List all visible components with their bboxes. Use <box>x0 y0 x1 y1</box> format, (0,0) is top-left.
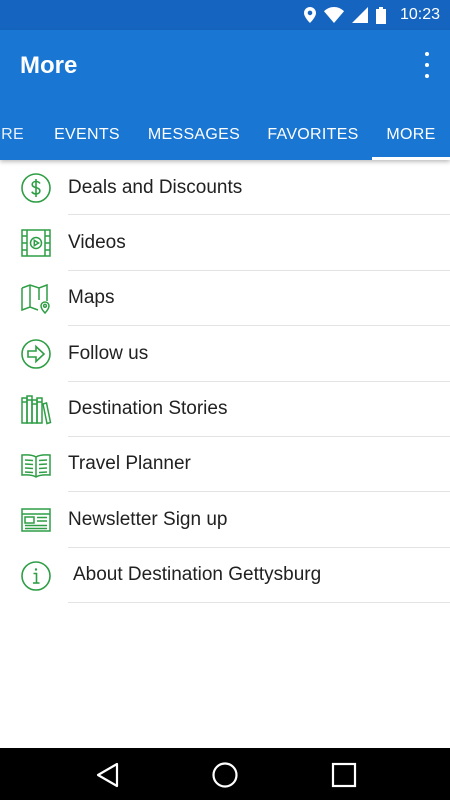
menu-item-label: Follow us <box>68 342 149 364</box>
menu-item-label: Videos <box>68 231 126 253</box>
open-book-icon <box>20 449 52 481</box>
app-bar: More ORE EVENTS MESSAGES FAVORITES MORE <box>0 30 450 160</box>
page-title: More <box>20 52 78 79</box>
menu-item-videos[interactable]: Videos <box>0 215 450 271</box>
battery-icon <box>375 6 386 24</box>
video-film-icon <box>20 227 52 259</box>
recents-icon[interactable] <box>329 760 359 790</box>
menu-item-follow-us[interactable]: Follow us <box>0 326 450 382</box>
tab-more[interactable]: MORE <box>372 110 450 160</box>
dollar-circle-icon <box>20 172 52 204</box>
menu-item-about[interactable]: About Destination Gettysburg <box>0 548 450 604</box>
menu-list: Deals and Discounts Videos Maps Follow u… <box>0 160 450 604</box>
status-time: 10:23 <box>399 6 440 23</box>
menu-item-destination-stories[interactable]: Destination Stories <box>0 382 450 437</box>
tab-messages[interactable]: MESSAGES <box>138 110 250 160</box>
menu-item-deals[interactable]: Deals and Discounts <box>0 160 450 216</box>
menu-item-label: Destination Stories <box>68 398 228 420</box>
menu-item-travel-planner[interactable]: Travel Planner <box>0 437 450 493</box>
wifi-icon <box>323 7 344 23</box>
status-bar: 10:23 <box>0 0 450 30</box>
system-nav-bar <box>0 748 450 800</box>
map-pin-icon <box>20 283 52 315</box>
menu-item-label: Deals and Discounts <box>68 176 243 198</box>
menu-item-newsletter[interactable]: Newsletter Sign up <box>0 492 450 548</box>
tab-explore[interactable]: ORE <box>0 110 28 160</box>
arrow-circle-icon <box>20 338 52 370</box>
newsletter-icon <box>20 504 52 536</box>
info-circle-icon <box>20 560 52 592</box>
menu-item-label: Newsletter Sign up <box>68 508 228 530</box>
location-icon <box>303 7 316 23</box>
tab-bar: ORE EVENTS MESSAGES FAVORITES MORE <box>0 110 450 160</box>
menu-item-maps[interactable]: Maps <box>0 271 450 327</box>
tab-events[interactable]: EVENTS <box>40 110 134 160</box>
tab-favorites[interactable]: FAVORITES <box>258 110 368 160</box>
menu-item-label: About Destination Gettysburg <box>73 564 322 586</box>
signal-icon <box>351 7 368 23</box>
back-icon[interactable] <box>92 760 122 790</box>
menu-item-label: Maps <box>68 287 115 309</box>
menu-item-label: Travel Planner <box>68 453 191 475</box>
home-icon[interactable] <box>210 760 240 790</box>
divider <box>68 602 450 604</box>
books-icon <box>20 394 52 426</box>
more-vert-icon[interactable] <box>422 52 432 78</box>
